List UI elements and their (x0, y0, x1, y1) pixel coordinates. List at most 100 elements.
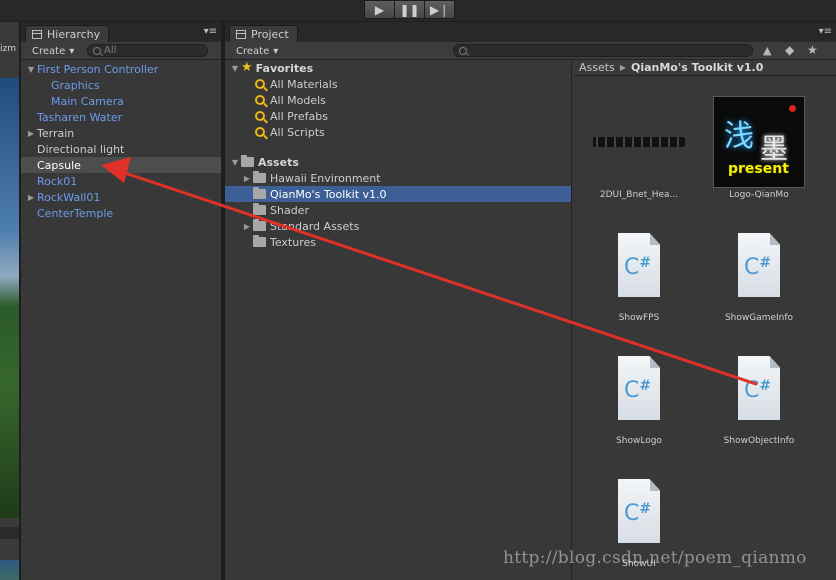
search-filter-icon (255, 79, 265, 89)
hierarchy-item[interactable]: Tasharen Water (21, 109, 221, 125)
collapse-arrow-icon[interactable]: ▶ (25, 129, 37, 138)
hierarchy-item-label: CenterTemple (37, 206, 114, 220)
hierarchy-item-label: Rock01 (37, 174, 78, 188)
hierarchy-toolbar: Create ▾ All (21, 42, 221, 60)
csharp-file-icon: C# (618, 356, 660, 420)
asset-item-name: ShowObjectInfo (723, 436, 795, 446)
csharp-file-icon: C# (618, 479, 660, 543)
hierarchy-create-button[interactable]: Create ▾ (27, 44, 79, 58)
asset-item-name: 2DUI_Bnet_Hea... (599, 190, 679, 200)
asset-item-name: Logo-QianMo (729, 190, 789, 200)
expand-arrow-icon[interactable]: ▼ (229, 64, 241, 73)
project-toolbar: Create ▾ ▲ ◆ ★ (225, 42, 836, 60)
collapse-arrow-icon[interactable]: ▶ (25, 193, 37, 202)
expand-arrow-icon[interactable]: ▼ (25, 65, 37, 74)
panel-menu-icon[interactable]: ▾≡ (819, 27, 832, 37)
asset-item-name: ShowGameInfo (724, 313, 794, 323)
asset-item[interactable]: C# ShowObjectInfo (704, 342, 814, 446)
folder-item[interactable]: Shader (225, 202, 571, 218)
asset-item[interactable]: 2DUI_Bnet_Hea... (584, 96, 694, 200)
folder-icon (253, 187, 266, 199)
folder-item[interactable]: QianMo's Toolkit v1.0 (225, 186, 571, 202)
tab-hierarchy[interactable]: Hierarchy (25, 25, 110, 43)
breadcrumb-root[interactable]: Assets (579, 61, 615, 74)
hierarchy-item-label: Tasharen Water (37, 110, 123, 124)
favorite-item-label: All Prefabs (270, 109, 328, 123)
csharp-glyph: C# (624, 501, 651, 526)
hierarchy-item[interactable]: CenterTemple (21, 205, 221, 221)
hierarchy-item-label: Terrain (37, 126, 75, 140)
logo-present-text: present (728, 161, 789, 177)
scene-view-image[interactable] (0, 78, 19, 518)
breadcrumb-current[interactable]: QianMo's Toolkit v1.0 (631, 61, 763, 74)
csharp-file-icon: C# (618, 233, 660, 297)
logo-texture-thumbnail: 浅墨 present (713, 96, 805, 188)
dropdown-icon: ▾ (69, 45, 75, 57)
asset-item[interactable]: C# ShowUI (584, 465, 694, 569)
folder-item-label: Hawaii Environment (270, 171, 381, 185)
hierarchy-tab-icon (32, 30, 42, 39)
hierarchy-item[interactable]: ▶ Terrain (21, 125, 221, 141)
save-search-star-icon[interactable]: ★ (807, 43, 818, 57)
favorite-item[interactable]: All Scripts (225, 124, 571, 140)
qianmo-logo-image: 浅墨 present (713, 96, 805, 188)
hierarchy-item[interactable]: Directional light (21, 141, 221, 157)
banner-texture-thumbnail (593, 96, 685, 188)
scene-view-strip: izm (0, 22, 19, 580)
favorites-header[interactable]: ▼ ★ Favorites (225, 60, 571, 76)
filter-by-label-icon[interactable]: ◆ (785, 43, 794, 57)
assets-header[interactable]: ▼ Assets (225, 154, 571, 170)
hierarchy-item[interactable]: ▼ First Person Controller (21, 61, 221, 77)
project-search-input[interactable] (453, 44, 753, 57)
folder-icon (253, 203, 266, 215)
folder-item[interactable]: ▶ Standard Assets (225, 218, 571, 234)
step-icon: ▶❘ (429, 2, 450, 17)
hierarchy-item-label: Capsule (37, 158, 81, 172)
expand-arrow-icon[interactable]: ▼ (229, 158, 241, 167)
search-icon (93, 46, 101, 55)
hierarchy-item[interactable]: Graphics (21, 77, 221, 93)
play-button[interactable]: ▶ (364, 0, 395, 19)
favorite-item-label: All Materials (270, 77, 338, 91)
folder-icon (253, 235, 266, 247)
hierarchy-item[interactable]: Main Camera (21, 93, 221, 109)
csharp-hash: # (639, 501, 652, 517)
asset-item[interactable]: C# ShowFPS (584, 219, 694, 323)
hierarchy-search-input[interactable]: All (87, 44, 208, 57)
create-label: Create (236, 45, 270, 57)
csharp-script-icon: C# (593, 342, 685, 434)
collapse-arrow-icon[interactable]: ▶ (241, 222, 253, 231)
csharp-script-icon: C# (713, 342, 805, 434)
csharp-hash: # (759, 255, 772, 271)
hierarchy-item[interactable]: Rock01 (21, 173, 221, 189)
folder-item[interactable]: ▶ Hawaii Environment (225, 170, 571, 186)
asset-item[interactable]: C# ShowLogo (584, 342, 694, 446)
search-filter-icon (255, 95, 265, 105)
hierarchy-item[interactable]: Capsule (21, 157, 221, 173)
pause-icon: ❚❚ (399, 2, 420, 17)
gizmos-label[interactable]: izm (0, 44, 16, 54)
project-create-button[interactable]: Create ▾ (231, 44, 283, 58)
favorites-label: Favorites (255, 61, 314, 75)
hierarchy-item-label: Main Camera (51, 94, 124, 108)
filter-by-type-icon[interactable]: ▲ (763, 44, 771, 57)
pause-button[interactable]: ❚❚ (394, 0, 425, 19)
hierarchy-item[interactable]: ▶ RockWall01 (21, 189, 221, 205)
favorite-item[interactable]: All Models (225, 92, 571, 108)
favorite-item[interactable]: All Prefabs (225, 108, 571, 124)
collapse-arrow-icon[interactable]: ▶ (241, 174, 253, 183)
folder-item[interactable]: Textures (225, 234, 571, 250)
csharp-file-icon: C# (738, 356, 780, 420)
banner-image (593, 137, 685, 147)
asset-item[interactable]: 浅墨 present Logo-QianMo (704, 96, 814, 200)
tab-project[interactable]: Project (229, 25, 298, 43)
project-folder-tree: ▼ ★ Favorites All Materials All Models All… (225, 60, 572, 580)
favorite-item[interactable]: All Materials (225, 76, 571, 92)
folder-item-label: Shader (270, 203, 309, 217)
asset-item[interactable]: C# ShowGameInfo (704, 219, 814, 323)
csharp-script-icon: C# (713, 219, 805, 311)
step-button[interactable]: ▶❘ (424, 0, 455, 19)
csharp-glyph: C# (624, 378, 651, 403)
panel-menu-icon[interactable]: ▾≡ (204, 27, 217, 37)
game-view-image[interactable] (0, 560, 19, 580)
